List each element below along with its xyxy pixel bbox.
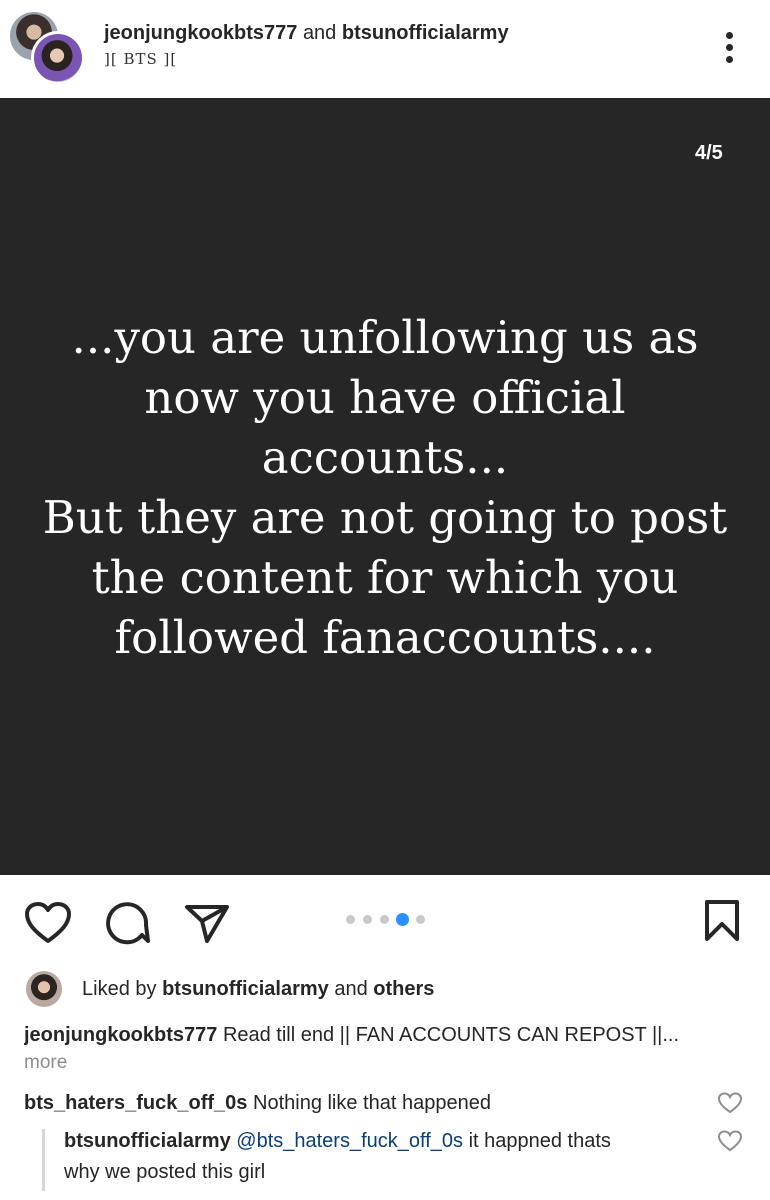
reply-thread-line: [42, 1129, 45, 1191]
avatar-secondary[interactable]: [31, 31, 85, 85]
post-text: ...you are unfollowing us as now you hav…: [42, 311, 728, 664]
comment: bts_haters_fuck_off_0s Nothing like that…: [24, 1088, 491, 1119]
reply-comment: btsunofficialarmy @bts_haters_fuck_off_0…: [64, 1126, 704, 1188]
reply-username[interactable]: btsunofficialarmy: [64, 1130, 231, 1152]
comment-icon[interactable]: [104, 901, 152, 945]
post-image[interactable]: 4/5 ...you are unfollowing us as now you…: [0, 98, 770, 875]
heart-icon[interactable]: [24, 901, 72, 945]
likes-prefix: Liked by: [82, 978, 157, 1000]
caption-more-link[interactable]: more: [24, 1052, 67, 1074]
comment-text: Nothing like that happened: [253, 1092, 491, 1114]
caption: jeonjungkookbts777 Read till end || FAN …: [24, 1022, 744, 1048]
caption-text: Read till end || FAN ACCOUNTS CAN REPOST…: [222, 1024, 680, 1046]
carousel-dot-active: [396, 913, 409, 926]
carousel-dot: [346, 915, 355, 924]
reply-text-continued: why we posted this girl: [64, 1161, 266, 1183]
likes-text: Liked by btsunofficialarmy and others: [82, 978, 434, 1001]
bookmark-icon[interactable]: [704, 899, 740, 943]
header-username-secondary[interactable]: btsunofficialarmy: [342, 22, 509, 44]
liker-avatar: [26, 971, 62, 1007]
comment-like-heart-icon[interactable]: [717, 1091, 743, 1115]
header-usernames: jeonjungkookbts777 and btsunofficialarmy: [104, 20, 509, 46]
reply-text: it happned thats: [468, 1130, 611, 1152]
more-options-button[interactable]: [716, 27, 744, 67]
likes-connector: and: [334, 978, 368, 1000]
carousel-dot: [363, 915, 372, 924]
more-options-icon-dot: [726, 44, 733, 51]
reply-like-heart-icon[interactable]: [717, 1129, 743, 1153]
post-header: jeonjungkookbts777 and btsunofficialarmy…: [0, 0, 770, 98]
caption-username[interactable]: jeonjungkookbts777: [24, 1024, 217, 1046]
reply-mention[interactable]: @bts_haters_fuck_off_0s: [236, 1130, 463, 1152]
carousel-dot: [380, 915, 389, 924]
action-bar: [0, 875, 770, 965]
carousel-counter: 4/5: [695, 142, 723, 164]
comment-username[interactable]: bts_haters_fuck_off_0s: [24, 1092, 247, 1114]
likes-others[interactable]: others: [373, 978, 434, 1000]
more-options-icon-dot: [726, 56, 733, 63]
header-connector: and: [302, 22, 337, 44]
share-icon[interactable]: [184, 903, 230, 945]
more-options-icon: [726, 32, 733, 39]
likes-user[interactable]: btsunofficialarmy: [162, 978, 329, 1000]
header-username-primary[interactable]: jeonjungkookbts777: [104, 22, 297, 44]
carousel-dot: [416, 915, 425, 924]
header-subtitle: ][ BTS ][: [104, 50, 178, 68]
